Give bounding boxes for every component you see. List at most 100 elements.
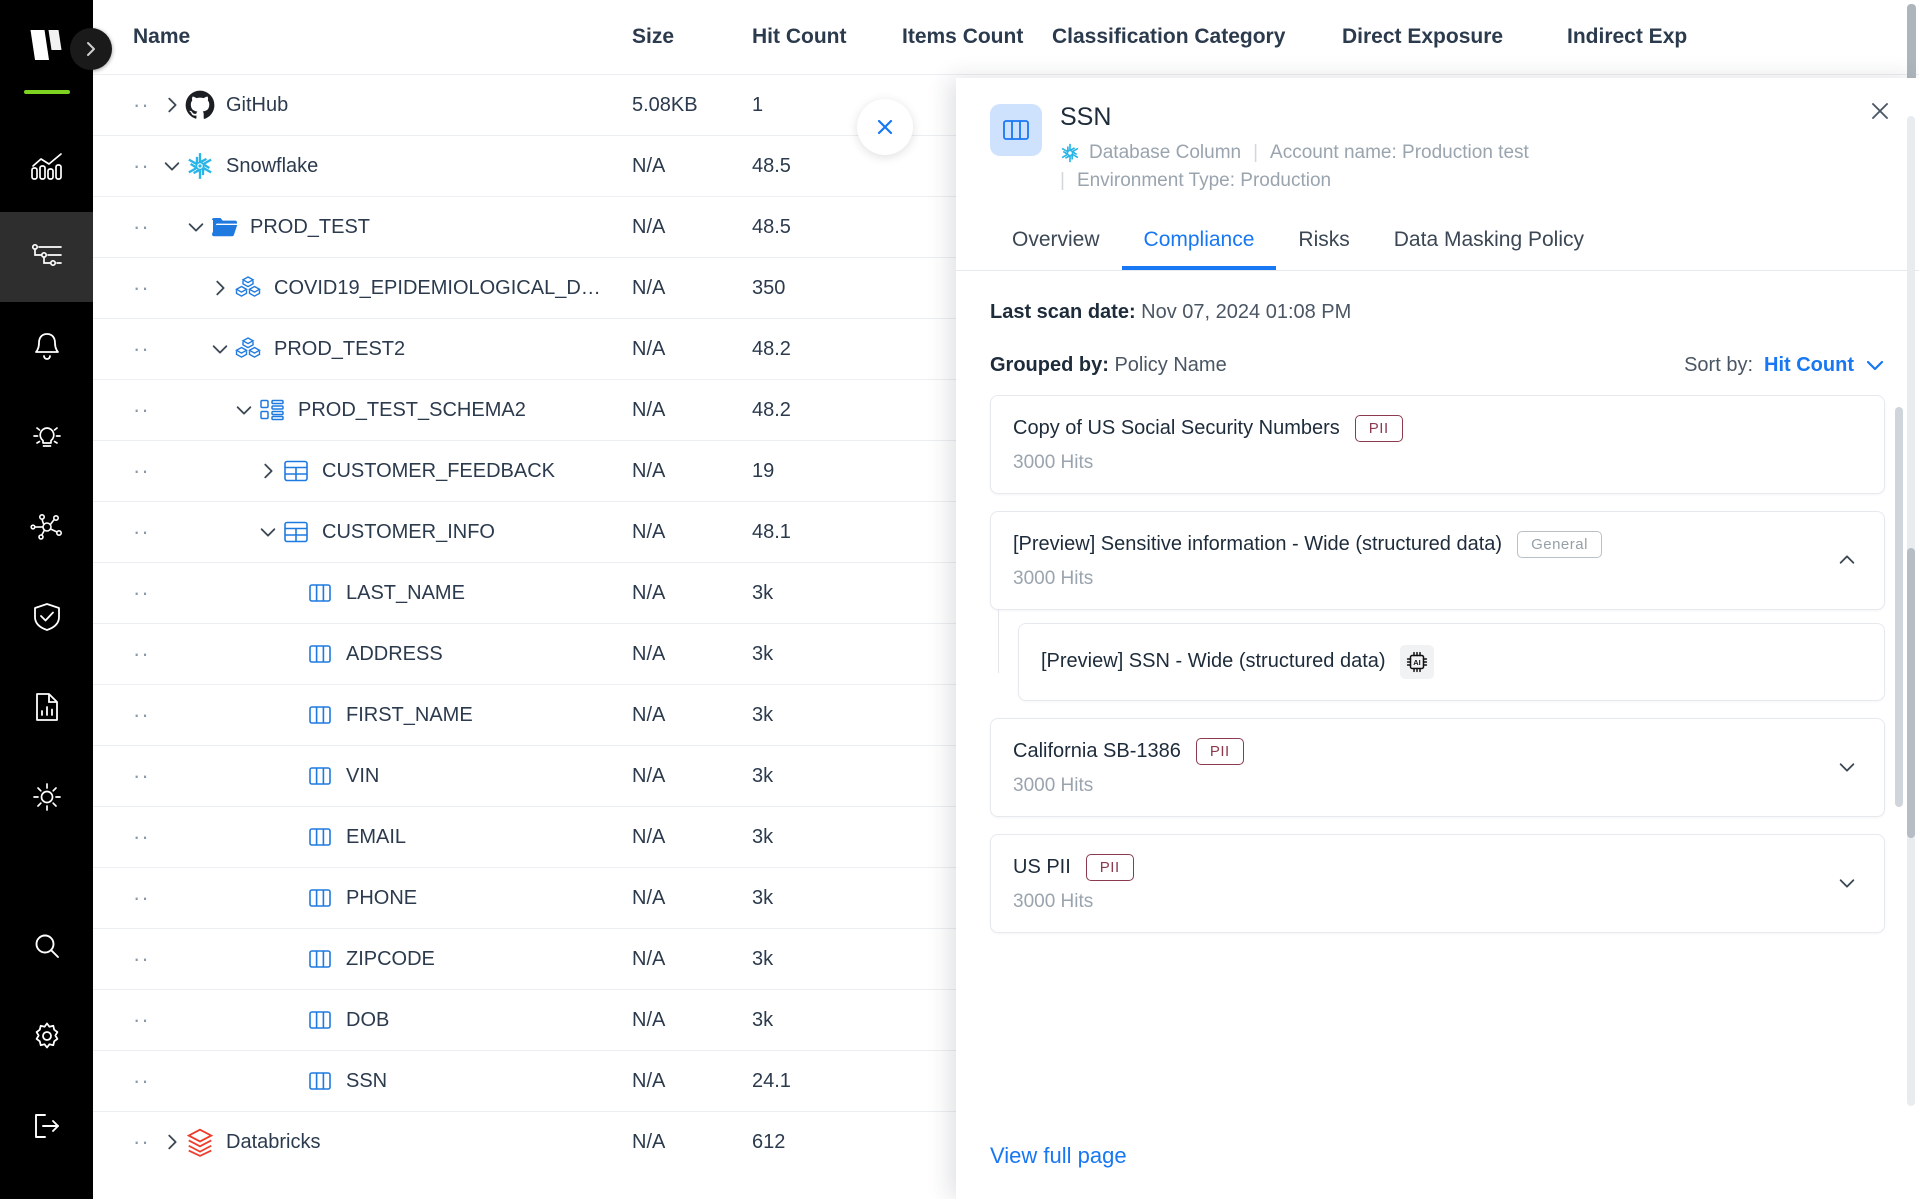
- tab-risks[interactable]: Risks: [1276, 218, 1371, 270]
- row-actions-button[interactable]: ··: [133, 1131, 159, 1153]
- row-hit-count-value: 3k: [752, 643, 902, 666]
- chevron-down-icon: [1865, 358, 1885, 372]
- policy-expand-toggle[interactable]: [1832, 757, 1862, 777]
- column-header-direct-exposure[interactable]: Direct Exposure: [1342, 25, 1567, 49]
- row-hit-count-value: 350: [752, 277, 902, 300]
- row-expand-toggle[interactable]: [207, 278, 233, 298]
- policy-card[interactable]: Copy of US Social Security Numbers PII 3…: [990, 395, 1885, 494]
- row-actions-button[interactable]: ··: [133, 399, 159, 421]
- tab-compliance[interactable]: Compliance: [1122, 218, 1277, 270]
- row-size-value: N/A: [632, 948, 752, 971]
- row-actions-button[interactable]: ··: [133, 277, 159, 299]
- row-expand-toggle[interactable]: [207, 339, 233, 359]
- expand-nav-button[interactable]: [70, 28, 112, 70]
- row-actions-button[interactable]: ··: [133, 948, 159, 970]
- row-expand-toggle[interactable]: [255, 522, 281, 542]
- tab-data-masking-policy[interactable]: Data Masking Policy: [1372, 218, 1606, 270]
- policy-card[interactable]: California SB-1386 PII 3000 Hits: [990, 718, 1885, 817]
- github-icon: [185, 90, 215, 120]
- gear-icon: [32, 1021, 62, 1051]
- column-header-items-count[interactable]: Items Count: [902, 25, 1052, 49]
- row-actions-button[interactable]: ··: [133, 643, 159, 665]
- column-icon: [305, 1070, 335, 1092]
- schema-icon: [257, 398, 287, 422]
- row-actions-button[interactable]: ··: [133, 887, 159, 909]
- network-graph-icon: [30, 514, 64, 540]
- lightbulb-icon: [30, 420, 64, 454]
- close-detail-overlay-button[interactable]: [857, 99, 913, 155]
- policy-subcard[interactable]: [Preview] SSN - Wide (structured data) A…: [1018, 623, 1885, 701]
- row-size-value: N/A: [632, 460, 752, 483]
- row-expand-toggle[interactable]: [159, 95, 185, 115]
- row-size-value: N/A: [632, 1070, 752, 1093]
- sidebar-item-logout[interactable]: [0, 1081, 93, 1171]
- policy-expand-toggle[interactable]: [1832, 873, 1862, 893]
- row-actions-button[interactable]: ··: [133, 155, 159, 177]
- row-name-label: SSN: [346, 1070, 387, 1093]
- sidebar-item-insights[interactable]: [0, 392, 93, 482]
- detail-panel-subtitle: Database Column | Account name: Producti…: [1060, 139, 1800, 196]
- sidebar-item-search[interactable]: [0, 901, 93, 991]
- view-full-page-link[interactable]: View full page: [990, 1143, 1127, 1168]
- row-expand-toggle[interactable]: [231, 400, 257, 420]
- row-size-value: N/A: [632, 582, 752, 605]
- row-expand-toggle[interactable]: [255, 461, 281, 481]
- last-scan-value: Nov 07, 2024 01:08 PM: [1141, 301, 1351, 323]
- sidebar-item-settings[interactable]: [0, 991, 93, 1081]
- row-name-label: Databricks: [226, 1131, 320, 1154]
- column-icon: [305, 826, 335, 848]
- sidebar-item-data-catalog[interactable]: [0, 212, 93, 302]
- row-actions-button[interactable]: ··: [133, 460, 159, 482]
- sidebar-item-dashboard[interactable]: [0, 122, 93, 212]
- column-header-indirect-exposure[interactable]: Indirect Exp: [1567, 25, 1797, 49]
- database-icon: [235, 275, 261, 301]
- sidebar-item-security[interactable]: [0, 572, 93, 662]
- column-icon: [308, 704, 332, 726]
- column-header-classification[interactable]: Classification Category: [1052, 25, 1342, 49]
- column-icon: [990, 104, 1042, 156]
- policy-expand-toggle[interactable]: [1832, 550, 1862, 570]
- sidebar-item-alerts[interactable]: [0, 302, 93, 392]
- policy-title: Copy of US Social Security Numbers: [1013, 417, 1340, 440]
- row-actions-button[interactable]: ··: [133, 94, 159, 116]
- sort-by-label: Sort by:: [1684, 354, 1753, 377]
- row-actions-button[interactable]: ··: [133, 521, 159, 543]
- row-name-label: FIRST_NAME: [346, 704, 473, 727]
- policy-list-scrollbar[interactable]: [1895, 407, 1903, 807]
- sidebar-item-reports[interactable]: [0, 662, 93, 752]
- sidebar-item-discovery[interactable]: [0, 752, 93, 842]
- row-size-value: N/A: [632, 643, 752, 666]
- column-header-name[interactable]: Name: [133, 25, 632, 49]
- row-actions-button[interactable]: ··: [133, 765, 159, 787]
- column-icon: [308, 582, 332, 604]
- policy-card[interactable]: [Preview] Sensitive information - Wide (…: [990, 511, 1885, 610]
- column-header-size[interactable]: Size: [632, 25, 752, 49]
- row-size-value: N/A: [632, 521, 752, 544]
- row-actions-button[interactable]: ··: [133, 216, 159, 238]
- table-icon: [283, 520, 309, 544]
- row-expand-toggle[interactable]: [159, 156, 185, 176]
- row-actions-button[interactable]: ··: [133, 826, 159, 848]
- table-icon: [283, 459, 309, 483]
- row-expand-toggle[interactable]: [183, 217, 209, 237]
- column-icon: [305, 765, 335, 787]
- tab-overview[interactable]: Overview: [990, 218, 1122, 270]
- row-actions-button[interactable]: ··: [133, 704, 159, 726]
- row-hit-count-value: 24.1: [752, 1070, 902, 1093]
- row-actions-button[interactable]: ··: [133, 338, 159, 360]
- panel-scrollbar-thumb[interactable]: [1907, 548, 1915, 838]
- row-size-value: N/A: [632, 338, 752, 361]
- row-actions-button[interactable]: ··: [133, 582, 159, 604]
- sidebar-item-lineage[interactable]: [0, 482, 93, 572]
- sort-by-control[interactable]: Sort by: Hit Count: [1684, 354, 1885, 377]
- row-actions-button[interactable]: ··: [133, 1009, 159, 1031]
- close-panel-button[interactable]: [1869, 100, 1891, 127]
- column-icon: [305, 643, 335, 665]
- row-actions-button[interactable]: ··: [133, 1070, 159, 1092]
- detail-panel-tabs: OverviewComplianceRisksData Masking Poli…: [956, 218, 1919, 271]
- column-icon: [308, 1009, 332, 1031]
- column-header-hit-count[interactable]: Hit Count: [752, 25, 902, 49]
- table-icon: [281, 520, 311, 544]
- policy-card[interactable]: US PII PII 3000 Hits: [990, 834, 1885, 933]
- row-expand-toggle[interactable]: [159, 1132, 185, 1152]
